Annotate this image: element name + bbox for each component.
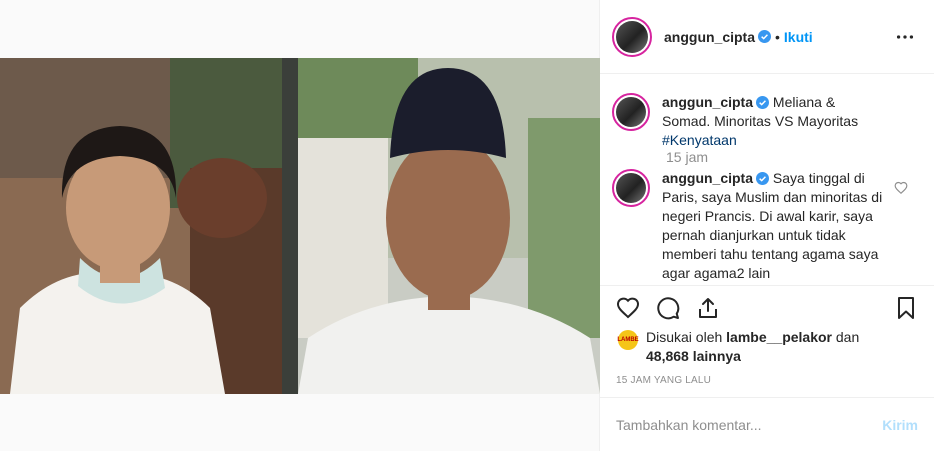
verified-icon [756,172,770,185]
comment-avatar[interactable] [612,169,650,207]
follow-button[interactable]: Ikuti [784,29,813,45]
heart-icon[interactable] [616,296,640,320]
likes-text: Disukai oleh lambe__pelakor dan 48,868 l… [646,328,861,366]
author-avatar[interactable] [612,16,652,57]
liker-username[interactable]: lambe__pelakor [726,329,832,345]
author-username[interactable]: anggun_cipta [664,29,755,45]
comments-area[interactable]: anggun_cipta Meliana & Somad. Minoritas … [600,75,934,285]
comment-row: anggun_cipta Saya tinggal di Paris, saya… [612,169,886,283]
heart-small-icon[interactable] [894,181,908,195]
likes-count[interactable]: 48,868 lainnya [646,348,741,364]
caption-row: anggun_cipta Meliana & Somad. Minoritas … [612,93,886,150]
more-icon[interactable] [894,26,916,48]
right-photo[interactable] [298,58,600,394]
right-photo-illustration [298,58,600,394]
likes-mid: dan [832,329,860,345]
caption-text: anggun_cipta Meliana & Somad. Minoritas … [662,93,886,150]
caption-hashtag[interactable]: #Kenyataan [662,132,737,148]
verified-icon [756,96,770,109]
comment-icon[interactable] [656,296,680,320]
post-header: anggun_cipta • Ikuti [600,0,934,74]
likes-prefix: Disukai oleh [646,329,727,345]
photo-divider [282,58,298,394]
comment-text: anggun_cipta Saya tinggal di Paris, saya… [662,169,886,283]
left-photo-illustration [0,58,282,394]
bookmark-icon[interactable] [894,296,918,320]
liker-avatar-label: LAMBE [617,337,639,343]
liker-avatar[interactable]: LAMBE [617,330,639,350]
share-icon[interactable] [696,296,720,320]
post-sidebar: anggun_cipta • Ikuti anggun_cipta Melian… [600,0,934,451]
left-photo[interactable] [0,58,282,394]
comment-username[interactable]: anggun_cipta [662,170,753,186]
caption-username[interactable]: anggun_cipta [662,94,753,110]
comment-body: Saya tinggal di Paris, saya Muslim dan m… [662,170,883,281]
caption-time: 15 jam [666,149,709,165]
post-media[interactable] [0,0,600,451]
comment-composer: Kirim [600,397,934,451]
action-bar [600,285,934,329]
comment-input[interactable] [616,416,883,433]
verified-icon [758,30,772,43]
header-separator: • [775,28,780,45]
caption-avatar[interactable] [612,93,650,131]
post-timestamp: 15 JAM YANG LALU [616,375,712,386]
post-comment-button[interactable]: Kirim [882,417,918,433]
likes-summary: LAMBE Disukai oleh lambe__pelakor dan 48… [617,328,861,366]
